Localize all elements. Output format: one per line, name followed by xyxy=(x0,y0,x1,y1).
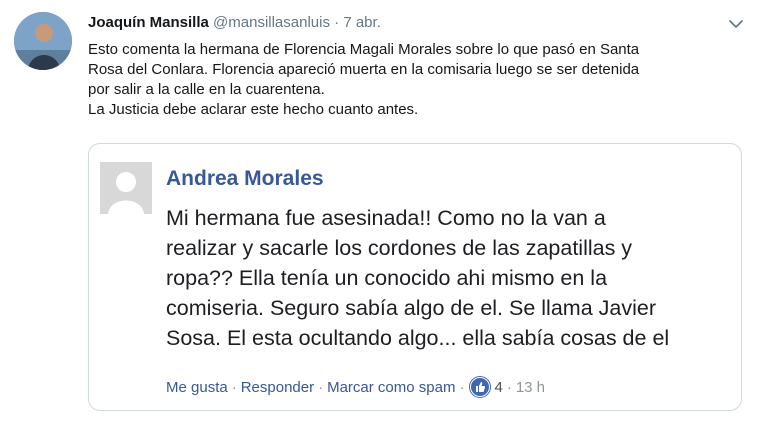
separator-dot: · xyxy=(506,378,512,396)
reply-link[interactable]: Responder xyxy=(241,379,314,396)
comment-text-line: ropa?? Ella tenía un conocido ahi mismo … xyxy=(166,266,608,290)
tweet-text-line: La Justicia debe aclarar este hecho cuan… xyxy=(88,101,419,118)
comment-time[interactable]: 13 h xyxy=(516,379,545,396)
chevron-down-icon xyxy=(729,20,743,28)
comment-text-line: realizar y sacarle los cordones de las z… xyxy=(166,236,633,260)
tweet-text-line: por salir a la calle en la cuarentena. xyxy=(88,81,325,98)
thumbs-up-glyph-icon xyxy=(476,382,486,392)
separator-dot: · xyxy=(459,378,465,396)
tweet-header: Joaquín Mansilla @mansillasanluis · 7 ab… xyxy=(88,14,730,32)
tweet-menu-button[interactable] xyxy=(726,14,746,34)
separator-dot: · xyxy=(318,378,324,396)
author-handle[interactable]: @mansillasanluis xyxy=(213,14,330,31)
tweet-date[interactable]: 7 abr. xyxy=(343,14,381,31)
separator-dot: · xyxy=(334,14,340,31)
default-profile-silhouette-icon xyxy=(100,162,152,214)
separator-dot: · xyxy=(231,378,237,396)
reaction-count[interactable]: 4 xyxy=(494,379,502,396)
comment-avatar[interactable] xyxy=(100,162,152,214)
mark-spam-link[interactable]: Marcar como spam xyxy=(327,379,455,396)
comment-text: Mi hermana fue asesinada!! Como no la va… xyxy=(166,203,726,353)
like-link[interactable]: Me gusta xyxy=(166,379,228,396)
comment-author[interactable]: Andrea Morales xyxy=(166,167,324,191)
comment-text-line: comiseria. Seguro sabía algo de el. Se l… xyxy=(166,296,656,320)
tweet-text: Esto comenta la hermana de Florencia Mag… xyxy=(88,40,738,120)
avatar[interactable] xyxy=(14,12,72,70)
user-avatar-photo-icon xyxy=(14,12,72,70)
comment-text-line: Sosa. El esta ocultando algo... ella sab… xyxy=(166,326,670,350)
comment-text-line: Mi hermana fue asesinada!! Como no la va… xyxy=(166,206,606,230)
comment-actions: Me gusta · Responder · Marcar como spam … xyxy=(166,377,545,397)
tweet-text-line: Rosa del Conlara. Florencia apareció mue… xyxy=(88,61,640,78)
thumbs-up-icon[interactable] xyxy=(470,377,491,397)
author-name[interactable]: Joaquín Mansilla xyxy=(88,14,209,31)
embedded-comment-card[interactable]: Andrea Morales Mi hermana fue asesinada!… xyxy=(88,143,742,411)
tweet-text-line: Esto comenta la hermana de Florencia Mag… xyxy=(88,41,640,58)
